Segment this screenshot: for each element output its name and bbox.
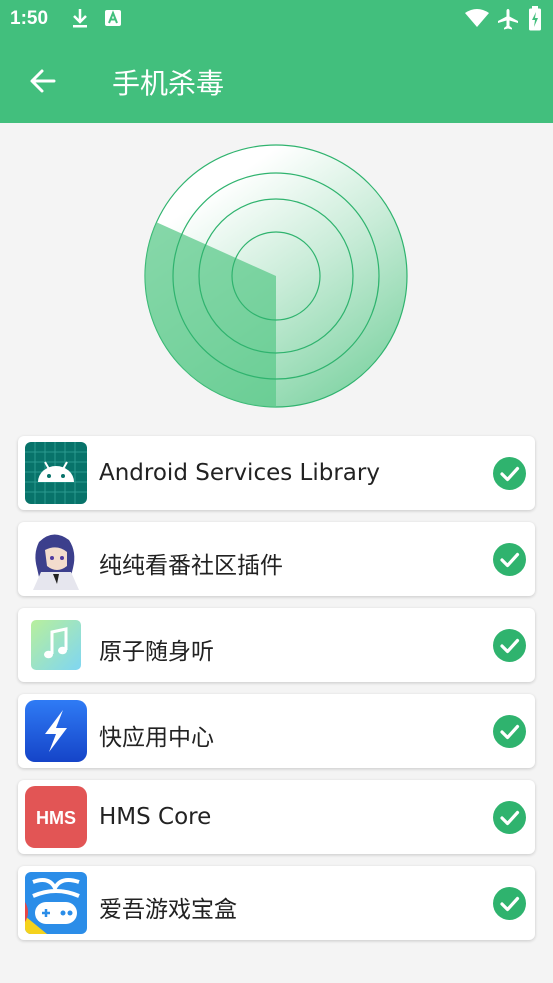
list-item[interactable]: HMS HMS Core bbox=[18, 780, 535, 854]
lightning-icon bbox=[25, 700, 87, 762]
arrow-back-icon[interactable] bbox=[22, 60, 64, 102]
android-icon bbox=[25, 442, 87, 504]
hms-icon: HMS bbox=[25, 786, 87, 848]
list-item[interactable]: 快应用中心 bbox=[18, 694, 535, 768]
check-circle-icon bbox=[493, 715, 526, 748]
page-title: 手机杀毒 bbox=[112, 67, 225, 100]
check-circle-icon bbox=[493, 887, 526, 920]
app-name: 快应用中心 bbox=[99, 725, 214, 751]
app-name: Android Services Library bbox=[99, 460, 380, 486]
list-item[interactable]: 纯纯看番社区插件 bbox=[18, 522, 535, 596]
list-item[interactable]: Android Services Library bbox=[18, 436, 535, 510]
airplane-icon bbox=[498, 9, 518, 30]
list-item[interactable]: 原子随身听 bbox=[18, 608, 535, 682]
battery-charging-icon bbox=[529, 6, 541, 31]
status-time: 1:50 bbox=[10, 8, 49, 29]
app-name: 原子随身听 bbox=[99, 639, 214, 665]
check-circle-icon bbox=[493, 801, 526, 834]
list-item[interactable]: 爱吾游戏宝盒 bbox=[18, 866, 535, 940]
wifi-icon bbox=[465, 9, 489, 27]
radar-scanner bbox=[144, 144, 408, 408]
app-name: HMS Core bbox=[99, 804, 212, 830]
check-circle-icon bbox=[493, 543, 526, 576]
download-icon bbox=[73, 9, 87, 28]
anime-avatar-icon bbox=[25, 528, 87, 590]
music-note-icon bbox=[25, 614, 87, 676]
status-bar: 1:50 bbox=[0, 0, 553, 38]
check-circle-icon bbox=[493, 629, 526, 662]
app-name: 爱吾游戏宝盒 bbox=[99, 897, 237, 923]
check-circle-icon bbox=[493, 457, 526, 490]
a-badge-icon bbox=[105, 10, 121, 26]
app-bar: 手机杀毒 bbox=[0, 38, 553, 123]
app-name: 纯纯看番社区插件 bbox=[99, 553, 283, 579]
svg-text:HMS: HMS bbox=[36, 808, 76, 828]
scanned-app-list: Android Services Library 纯纯看番社区插件 原子随身听 … bbox=[18, 436, 535, 952]
gamepad-icon bbox=[25, 872, 87, 934]
